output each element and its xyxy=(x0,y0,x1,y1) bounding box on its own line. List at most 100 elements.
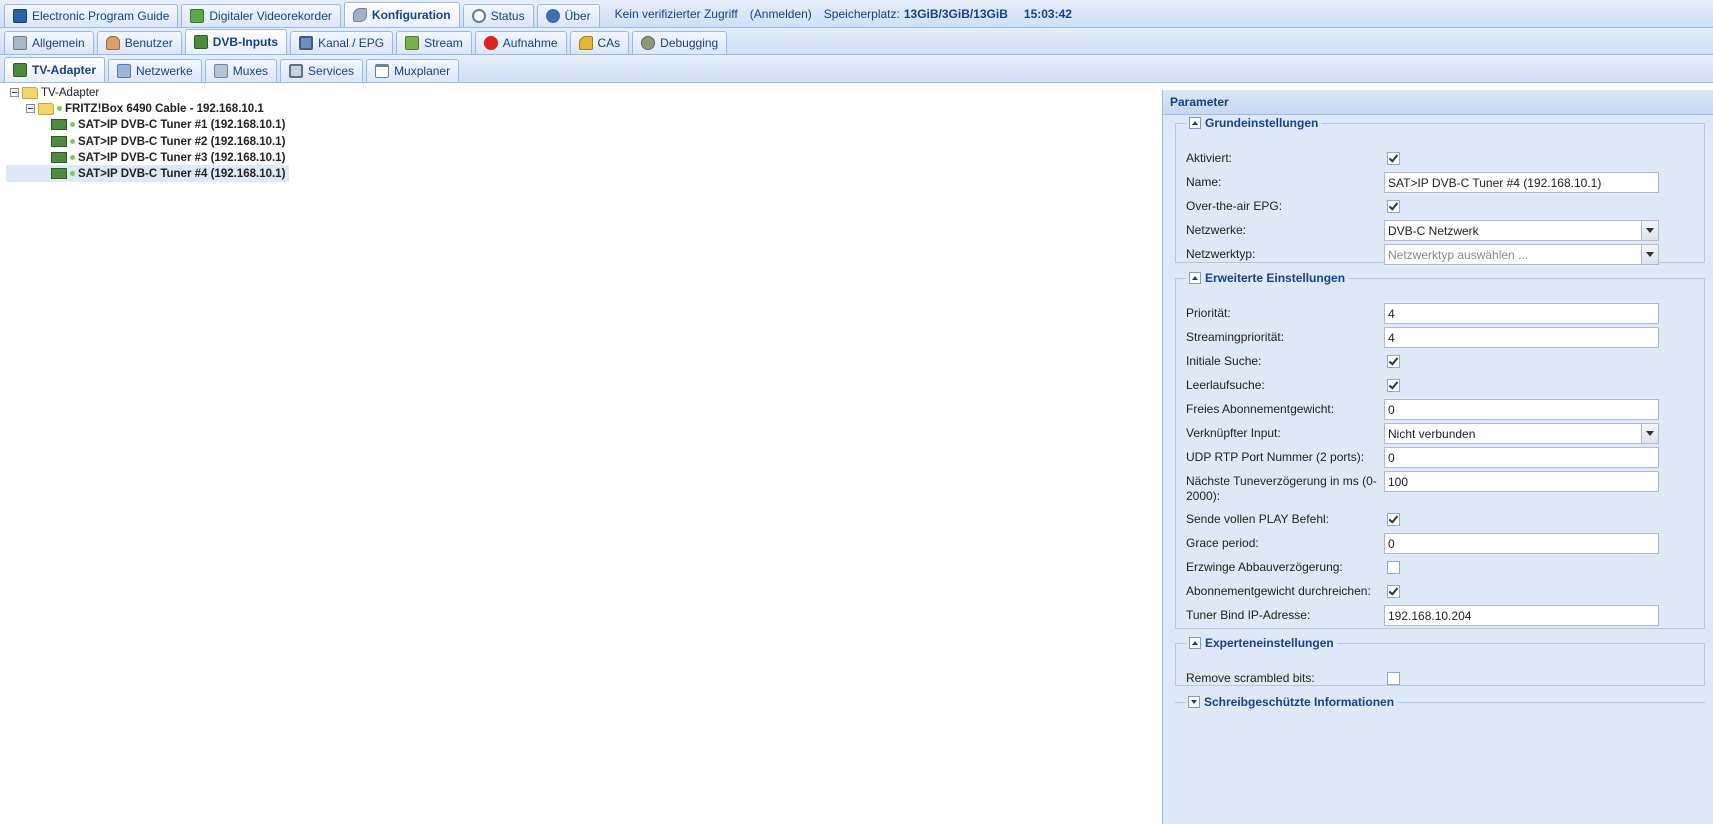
status-ok-icon xyxy=(70,171,75,176)
bug-icon xyxy=(641,36,656,50)
tab-stream[interactable]: Stream xyxy=(396,31,472,54)
linked-input-select[interactable]: Nicht verbunden xyxy=(1384,423,1659,444)
tab-cas[interactable]: CAs xyxy=(569,31,630,54)
field-label: Name: xyxy=(1186,175,1222,189)
field-label: Verknüpfter Input: xyxy=(1186,426,1281,440)
remove-scrambled-checkbox[interactable] xyxy=(1387,672,1400,685)
expand-icon[interactable] xyxy=(1188,696,1200,708)
initial-scan-checkbox[interactable] xyxy=(1387,355,1400,368)
tab-general[interactable]: Allgemein xyxy=(4,31,94,54)
folder-open-icon xyxy=(22,86,38,99)
users-icon xyxy=(105,36,120,50)
field-label: UDP RTP Port Nummer (2 ports): xyxy=(1186,450,1365,464)
name-field[interactable] xyxy=(1384,172,1659,193)
panel-title: Parameter xyxy=(1163,90,1713,115)
row-initial-scan: Initiale Suche: xyxy=(1186,351,1696,373)
row-tune-delay: Nächste Tuneverzögerung in ms (0-2000): xyxy=(1186,471,1696,505)
tree-node-label: FRITZ!Box 6490 Cable - 192.168.10.1 xyxy=(65,102,264,115)
status-ok-icon xyxy=(57,106,62,111)
legend-label: Grundeinstellungen xyxy=(1205,116,1319,130)
tab-dvr[interactable]: Digitaler Videorekorder xyxy=(181,4,341,27)
tab-muxplaner[interactable]: Muxplaner xyxy=(366,59,460,82)
enabled-checkbox[interactable] xyxy=(1387,152,1400,165)
chevron-down-icon[interactable] xyxy=(1641,245,1658,264)
tv-icon xyxy=(299,36,314,50)
networks-select[interactable]: DVB-C Netzwerk xyxy=(1384,220,1659,241)
epg-checkbox[interactable] xyxy=(1387,200,1400,213)
field-label: Erzwinge Abbauverzögerung: xyxy=(1186,560,1343,574)
row-free-weight: Freies Abonnementgewicht: xyxy=(1186,399,1696,421)
services-icon xyxy=(289,64,304,78)
priority-field[interactable] xyxy=(1384,303,1659,324)
tree-node-tuner[interactable]: SAT>IP DVB-C Tuner #1 (192.168.10.1) xyxy=(51,116,285,133)
network-type-select[interactable]: Netzwerktyp auswählen ... xyxy=(1384,244,1659,265)
eye-icon xyxy=(471,9,486,23)
tab-recording[interactable]: Aufnahme xyxy=(474,31,567,54)
dvb-card-icon xyxy=(193,35,208,49)
chevron-down-icon[interactable] xyxy=(1641,424,1658,443)
fieldset-basic: Grundeinstellungen Aktiviert: Name: Over… xyxy=(1175,116,1705,266)
field-label: Freies Abonnementgewicht: xyxy=(1186,402,1335,416)
tab-networks[interactable]: Netzwerke xyxy=(108,59,202,82)
weight-passthrough-checkbox[interactable] xyxy=(1387,585,1400,598)
tuner-card-icon xyxy=(51,119,67,130)
tune-delay-field[interactable] xyxy=(1384,471,1659,492)
teardown-delay-checkbox[interactable] xyxy=(1387,561,1400,574)
select-placeholder: Netzwerktyp auswählen ... xyxy=(1388,248,1529,262)
collapse-icon[interactable] xyxy=(1189,272,1201,284)
key-icon xyxy=(578,36,593,50)
tab-services[interactable]: Services xyxy=(280,59,364,82)
row-networks: Netzwerke: DVB-C Netzwerk xyxy=(1186,220,1696,242)
tree-node-label: SAT>IP DVB-C Tuner #1 (192.168.10.1) xyxy=(78,118,286,131)
collapse-icon[interactable] xyxy=(1189,117,1201,129)
tree-node-tuner[interactable]: SAT>IP DVB-C Tuner #2 (192.168.10.1) xyxy=(51,133,285,150)
tab-label: TV-Adapter xyxy=(32,63,97,77)
tree-node-root[interactable]: TV-Adapter xyxy=(10,84,99,101)
tab-muxes[interactable]: Muxes xyxy=(204,59,278,82)
storage-value: 13GiB/3GiB/13GiB xyxy=(903,6,1008,21)
dvb-tabbar: TV-Adapter Netzwerke Muxes Services Muxp… xyxy=(0,55,1713,83)
tab-channel-epg[interactable]: Kanal / EPG xyxy=(290,31,394,54)
stream-priority-field[interactable] xyxy=(1384,327,1659,348)
access-status-text: Kein verifizierter Zugriff xyxy=(614,6,738,21)
grace-period-field[interactable] xyxy=(1384,533,1659,554)
login-link[interactable]: (Anmelden) xyxy=(750,7,812,21)
tab-dvb-inputs[interactable]: DVB-Inputs xyxy=(184,29,288,54)
collapse-icon[interactable] xyxy=(1189,637,1201,649)
tab-epg[interactable]: Electronic Program Guide xyxy=(4,4,179,27)
tab-debugging[interactable]: Debugging xyxy=(632,31,728,54)
row-network-type: Netzwerktyp: Netzwerktyp auswählen ... xyxy=(1186,244,1696,266)
tab-label: Status xyxy=(490,9,525,23)
bind-ip-field[interactable] xyxy=(1384,605,1659,626)
tab-status[interactable]: Status xyxy=(462,4,534,27)
tab-configuration[interactable]: Konfiguration xyxy=(343,2,460,27)
tree-node-tuner[interactable]: SAT>IP DVB-C Tuner #3 (192.168.10.1) xyxy=(51,149,285,166)
play-command-checkbox[interactable] xyxy=(1387,513,1400,526)
tab-label: Netzwerke xyxy=(136,64,193,78)
udp-port-field[interactable] xyxy=(1384,447,1659,468)
row-bind-ip: Tuner Bind IP-Adresse: xyxy=(1186,605,1696,627)
field-label: Over-the-air EPG: xyxy=(1186,199,1283,213)
idle-scan-checkbox[interactable] xyxy=(1387,379,1400,392)
tab-label: CAs xyxy=(597,36,621,50)
tv-adapter-icon xyxy=(13,63,27,77)
antenna-icon xyxy=(117,64,132,78)
fieldset-legend: Grundeinstellungen xyxy=(1186,116,1321,130)
collapse-icon[interactable] xyxy=(26,104,35,113)
row-enabled: Aktiviert: xyxy=(1186,148,1696,170)
tab-tv-adapter[interactable]: TV-Adapter xyxy=(4,57,106,82)
tab-label: Konfiguration xyxy=(371,8,451,22)
tools-icon xyxy=(13,36,27,50)
tab-label: Allgemein xyxy=(32,36,85,50)
chevron-down-icon[interactable] xyxy=(1641,221,1658,240)
field-label: Leerlaufsuche: xyxy=(1186,378,1265,392)
collapse-icon[interactable] xyxy=(10,88,19,97)
free-weight-field[interactable] xyxy=(1384,399,1659,420)
tuner-card-icon xyxy=(51,152,67,163)
row-teardown-delay: Erzwinge Abbauverzögerung: xyxy=(1186,557,1696,579)
tree-node-tuner-selected[interactable]: SAT>IP DVB-C Tuner #4 (192.168.10.1) xyxy=(6,165,290,182)
select-value: DVB-C Netzwerk xyxy=(1388,224,1479,238)
tree-node-device[interactable]: FRITZ!Box 6490 Cable - 192.168.10.1 xyxy=(26,100,264,117)
tab-about[interactable]: Über xyxy=(536,4,600,27)
tab-users[interactable]: Benutzer xyxy=(96,31,182,54)
